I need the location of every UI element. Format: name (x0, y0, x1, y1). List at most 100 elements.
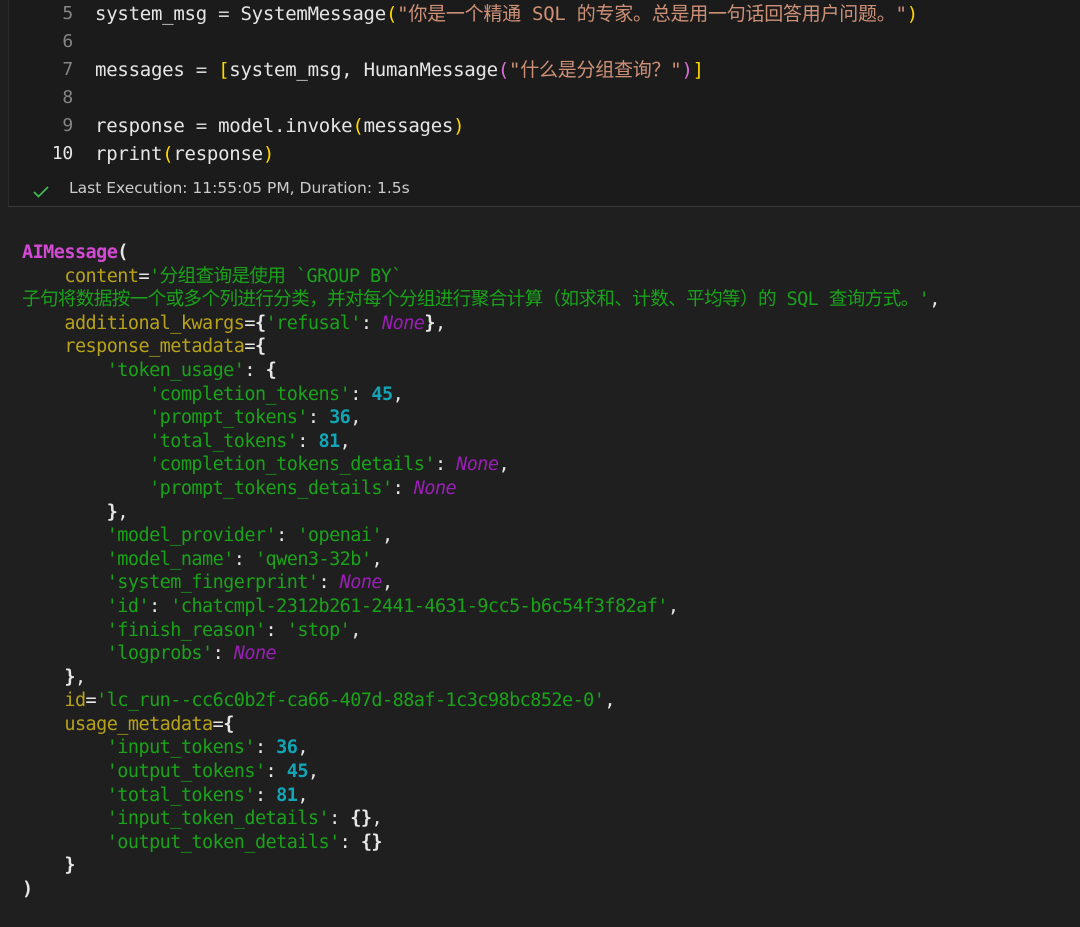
output-token: , (929, 289, 940, 311)
code-token: rprint (95, 143, 163, 165)
code-token: SystemMessage (240, 3, 386, 25)
code-token: = (184, 115, 219, 137)
output-token: , (371, 548, 383, 570)
output-token: : (339, 831, 361, 853)
code-token: "什么是分组查询？" (509, 59, 682, 81)
output-token: {} (360, 831, 383, 853)
output-token (22, 808, 107, 829)
output-token: } (106, 501, 118, 523)
code-text[interactable]: system_msg = SystemMessage("你是一个精通 SQL 的… (95, 0, 918, 28)
output-token: 'openai' (297, 525, 383, 547)
cell-output: AIMessage( content='分组查询是使用 `GROUP BY` 子句… (22, 241, 940, 902)
code-token: ) (453, 115, 465, 137)
code-text[interactable]: rprint(response) (95, 140, 274, 168)
output-token: None (233, 643, 277, 665)
output-line: }, (22, 501, 940, 525)
output-token: 'output_tokens' (106, 761, 266, 783)
output-token: None (339, 572, 383, 594)
output-token: 'refusal' (265, 312, 362, 334)
output-token (22, 596, 107, 617)
output-token: = (212, 713, 224, 735)
output-line: id='lc_run--cc6c0b2f-ca66-407d-88af-1c3c… (22, 689, 940, 713)
output-line: 'prompt_tokens': 36, (22, 406, 940, 430)
output-token: , (339, 430, 351, 452)
output-line: 'prompt_tokens_details': None (22, 477, 940, 501)
output-line: 子句将数据按一个或多个列进行分类，并对每个分组进行聚合计算（如求和、计数、平均等… (22, 288, 940, 312)
output-token: : (233, 548, 255, 570)
output-token: , (297, 784, 308, 806)
code-cell[interactable]: Last Execution: 11:55:05 PM, Duration: 1… (8, 0, 1080, 207)
output-token: : (254, 737, 277, 759)
output-token: 'finish_reason' (106, 619, 266, 641)
output-line: usage_metadata={ (22, 713, 940, 737)
code-token: ) (262, 143, 275, 165)
output-token: , (667, 595, 679, 617)
output-token: 'system_fingerprint' (106, 572, 319, 594)
code-token: ( (162, 143, 174, 165)
output-line: response_metadata={ (22, 335, 940, 359)
output-token: } (424, 312, 435, 334)
output-line: ) (22, 878, 940, 902)
output-line: 'token_usage': { (22, 359, 940, 383)
code-text[interactable]: response = model.invoke(messages) (95, 112, 465, 140)
code-token: = (184, 59, 219, 81)
line-number: 5 (62, 3, 73, 24)
output-token (22, 855, 64, 876)
output-token: 'token_usage' (106, 359, 245, 381)
output-token: : (318, 572, 340, 594)
output-token (22, 761, 107, 782)
output-line: 'id': 'chatcmpl-2312b261-2441-4631-9cc5-… (22, 595, 940, 619)
output-token: , (350, 619, 361, 641)
code-token: ] (692, 59, 704, 81)
output-token: : (360, 312, 383, 334)
output-token: , (498, 454, 510, 476)
output-line: 'system_fingerprint': None, (22, 571, 940, 595)
output-token (22, 407, 149, 428)
output-token: 'input_tokens' (106, 737, 256, 759)
output-token: : (254, 784, 277, 806)
output-token: , (371, 808, 383, 830)
output-token: 81 (276, 784, 298, 806)
output-token (22, 336, 64, 357)
output-line: 'input_tokens': 36, (22, 736, 940, 760)
code-token: "你是一个精通 SQL 的专家。总是用一句话回答用户问题。" (397, 3, 907, 25)
code-token: ) (906, 3, 918, 25)
output-token: : (149, 595, 171, 617)
output-line: 'output_token_details': {} (22, 831, 940, 855)
output-token: = (85, 690, 97, 712)
output-token: , (434, 312, 446, 334)
code-token: ( (497, 59, 510, 81)
output-token: None (456, 454, 499, 476)
code-text[interactable]: messages = [system_msg, HumanMessage("什么… (95, 56, 704, 84)
output-token: , (382, 572, 393, 594)
line-number: 10 (51, 143, 73, 164)
output-token: , (307, 761, 319, 783)
output-token: 'model_provider' (106, 525, 277, 547)
output-token: 'completion_tokens_details' (149, 454, 435, 476)
execution-status-text: Last Execution: 11:55:05 PM, Duration: 1… (69, 179, 410, 197)
line-number: 8 (62, 87, 73, 108)
output-token (22, 737, 107, 758)
output-line: 'logprobs': None (22, 642, 940, 666)
output-token (22, 785, 107, 806)
output-token: { (254, 336, 266, 358)
output-token: 'completion_tokens' (149, 383, 351, 405)
output-token: : (244, 359, 266, 381)
output-token: { (265, 359, 277, 381)
output-token (22, 384, 149, 405)
code-token: system_msg, HumanMessage (229, 59, 498, 81)
output-token: 'output_token_details' (106, 831, 340, 853)
output-token: 45 (371, 383, 393, 405)
output-token: : (276, 525, 298, 547)
output-token (22, 572, 107, 593)
line-number: 6 (62, 31, 73, 52)
check-icon (33, 182, 49, 198)
output-token: 36 (329, 407, 351, 429)
line-number: 9 (62, 115, 73, 136)
code-token: response (173, 143, 263, 165)
output-token (22, 502, 107, 523)
output-token (22, 549, 107, 570)
output-token: , (74, 666, 86, 688)
output-token: 'total_tokens' (149, 430, 298, 452)
output-token: ( (117, 242, 128, 263)
